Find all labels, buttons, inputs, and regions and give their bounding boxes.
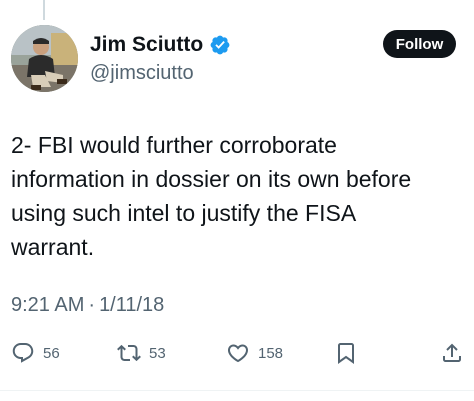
tweet-text-line: information in dossier on its own before [11, 166, 412, 192]
tweet-text: 2- FBI would further corroborate informa… [11, 128, 466, 264]
timestamp-separator: · [88, 294, 96, 316]
tweet-text-line: 2- FBI would further corroborate [11, 132, 337, 158]
bookmark-icon [338, 343, 354, 364]
author-display-name[interactable]: Jim Sciutto [90, 33, 203, 57]
like-count: 158 [258, 344, 284, 362]
like-button[interactable]: 158 [226, 338, 283, 368]
thread-connector-line [43, 0, 45, 20]
reply-count: 56 [43, 344, 60, 362]
bookmark-button[interactable] [334, 338, 358, 368]
share-button[interactable] [440, 338, 464, 368]
tweet-text-line: warrant. [11, 234, 95, 260]
retweet-button[interactable]: 53 [117, 338, 166, 368]
reply-icon [12, 343, 34, 363]
profile-photo-icon [11, 25, 78, 92]
verified-badge-icon [209, 34, 231, 56]
tweet-text-line: using such intel to justify the FISA [11, 200, 357, 226]
retweet-count: 53 [149, 344, 166, 362]
reply-button[interactable]: 56 [11, 338, 60, 368]
tweet-date: 1/11/18 [99, 294, 165, 316]
divider [0, 390, 474, 391]
like-icon [227, 344, 249, 363]
author-name-row: Jim Sciutto [90, 30, 231, 60]
tweet-time: 9:21 AM [11, 294, 85, 316]
author-handle[interactable]: @jimsciutto [90, 62, 194, 85]
share-icon [443, 343, 461, 362]
retweet-icon [117, 344, 141, 362]
avatar[interactable] [11, 25, 78, 92]
tweet-timestamp[interactable]: 9:21 AM · 1/11/18 [11, 294, 164, 317]
follow-button[interactable]: Follow [383, 30, 456, 58]
action-bar: 56 53 158 [0, 338, 474, 368]
